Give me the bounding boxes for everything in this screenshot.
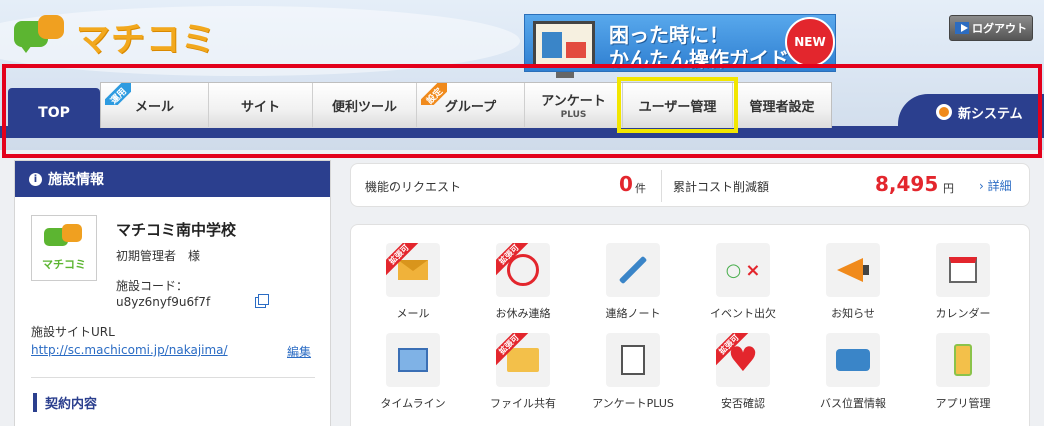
pen-icon xyxy=(606,243,660,297)
bus-icon xyxy=(826,333,880,387)
request-label: 機能のリクエスト xyxy=(365,180,462,194)
info-icon: i xyxy=(29,172,42,186)
feature-contact-note[interactable]: 連絡ノート xyxy=(579,225,687,320)
highlight-user-management xyxy=(617,77,738,133)
copy-icon[interactable] xyxy=(255,294,269,308)
edit-link[interactable]: 編集 xyxy=(287,343,311,360)
mail-icon: 拡張可 xyxy=(386,243,440,297)
logo-text: マチコミ xyxy=(76,20,216,60)
facility-logo: マチコミ xyxy=(31,215,97,281)
cost-unit: 円 xyxy=(943,182,954,195)
new-badge: NEW xyxy=(785,17,835,67)
calendar-icon xyxy=(936,243,990,297)
feature-bus-location[interactable]: バス位置情報 xyxy=(799,315,907,410)
feature-label: ファイル共有 xyxy=(490,397,556,410)
cost-value: 8,495 xyxy=(875,172,939,196)
contract-heading: 契約内容 xyxy=(33,393,97,412)
divider xyxy=(31,377,315,378)
facility-code-label: 施設コード： xyxy=(116,279,189,293)
detail-link[interactable]: › 詳細 xyxy=(979,177,1012,194)
site-url-link[interactable]: http://sc.machicomi.jp/nakajima/ xyxy=(31,343,228,357)
feature-safety-check[interactable]: ♥ 拡張可 安否確認 xyxy=(689,315,797,410)
request-count: 0 xyxy=(619,172,633,196)
heart-icon: ♥ 拡張可 xyxy=(716,333,770,387)
app-phone-icon xyxy=(936,333,990,387)
feature-event-attendance[interactable]: ○ × イベント出欠 xyxy=(689,225,797,320)
site-url-label: 施設サイトURL xyxy=(31,325,115,339)
feature-timeline[interactable]: タイムライン xyxy=(359,315,467,410)
facility-info-panel: i 施設情報 マチコミ マチコミ南中学校 初期管理者 様 施設コード： u8yz… xyxy=(14,160,331,426)
stats-divider xyxy=(661,170,662,202)
megaphone-icon xyxy=(826,243,880,297)
facility-admin: 初期管理者 様 xyxy=(116,249,201,263)
feature-label: バス位置情報 xyxy=(820,397,886,410)
cost-label: 累計コスト削減額 xyxy=(673,180,770,194)
logout-button[interactable]: ログアウト xyxy=(949,15,1033,41)
feature-notice[interactable]: お知らせ xyxy=(799,225,907,320)
clipboard-icon xyxy=(606,333,660,387)
folder-icon: 拡張可 xyxy=(496,333,550,387)
feature-label: タイムライン xyxy=(380,397,446,410)
feature-label: アプリ管理 xyxy=(935,397,991,410)
feature-mail[interactable]: 拡張可 メール xyxy=(359,225,467,320)
feature-app-management[interactable]: アプリ管理 xyxy=(909,315,1017,410)
feature-label: アンケートPLUS xyxy=(592,397,674,410)
facility-info-header: i 施設情報 xyxy=(15,161,330,197)
facility-logo-text: マチコミ xyxy=(42,258,86,271)
logout-label: ログアウト xyxy=(972,22,1027,35)
feature-absence[interactable]: 拡張可 お休み連絡 xyxy=(469,225,577,320)
facility-info-title: 施設情報 xyxy=(48,172,104,188)
feature-calendar[interactable]: カレンダー xyxy=(909,225,1017,320)
photo-icon xyxy=(386,333,440,387)
facility-name: マチコミ南中学校 xyxy=(116,221,237,239)
features-grid: 拡張可 メール 拡張可 お休み連絡 連絡ノート ○ × イベント出欠 お知らせ カ… xyxy=(350,224,1030,426)
feature-file-share[interactable]: 拡張可 ファイル共有 xyxy=(469,315,577,410)
facility-code: u8yz6nyf9u6f7f xyxy=(116,295,211,309)
highlight-nav-red xyxy=(2,64,1042,158)
request-unit: 件 xyxy=(635,182,646,195)
machicomi-logo[interactable]: マチコミ xyxy=(12,12,216,61)
absence-stamp-icon: 拡張可 xyxy=(496,243,550,297)
logo-mark-icon xyxy=(12,14,70,59)
feature-label: 安否確認 xyxy=(721,397,765,410)
feature-survey-plus[interactable]: アンケートPLUS xyxy=(579,315,687,410)
stats-bar: 機能のリクエスト 0 件 累計コスト削減額 8,495 円 › 詳細 xyxy=(350,163,1030,207)
attendance-icon: ○ × xyxy=(716,243,770,297)
logout-icon xyxy=(955,22,969,34)
monitor-icon xyxy=(533,21,595,67)
